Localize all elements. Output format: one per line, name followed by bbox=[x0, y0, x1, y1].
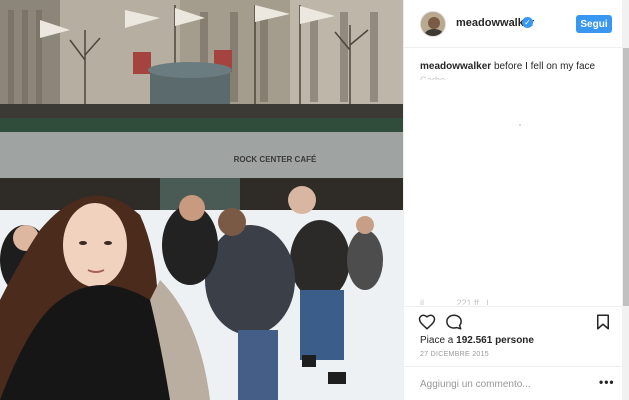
loading-dot bbox=[519, 124, 521, 126]
comment-input[interactable] bbox=[420, 377, 590, 391]
avatar[interactable] bbox=[420, 11, 446, 37]
add-comment-section: ••• bbox=[404, 366, 622, 400]
likes-prefix: Piace a bbox=[420, 335, 454, 346]
comment-bubble-icon[interactable] bbox=[445, 313, 463, 331]
likes-number: 192.561 bbox=[456, 335, 493, 346]
caption-partial-line: Garbo ...... ......... bbox=[420, 75, 488, 80]
bookmark-icon[interactable] bbox=[594, 313, 612, 331]
caption-text: before I fell on my face bbox=[493, 61, 596, 72]
post-details-panel: meadowwalker ✓ Segui meadowwalker before… bbox=[403, 0, 629, 400]
post-photo[interactable]: ROCK CENTER CAFÉ bbox=[0, 0, 403, 400]
likes-count[interactable]: Piace a 192.561 persone bbox=[420, 335, 534, 346]
comments-list[interactable]: meadowwalker before I fell on my face Ga… bbox=[404, 49, 622, 305]
likes-suffix: persone bbox=[495, 335, 534, 346]
caption-username[interactable]: meadowwalker bbox=[420, 61, 491, 72]
caption: meadowwalker before I fell on my face bbox=[420, 61, 595, 72]
follow-button[interactable]: Segui bbox=[576, 15, 612, 33]
more-options-button[interactable]: ••• bbox=[599, 376, 615, 388]
scrollbar[interactable] bbox=[622, 0, 629, 400]
post-actions bbox=[404, 306, 622, 336]
partial-comment: il........ ... 221 ff.. l. ...... ...... bbox=[420, 299, 526, 305]
cafe-sign: ROCK CENTER CAFÉ bbox=[234, 155, 317, 164]
scrollbar-thumb[interactable] bbox=[623, 48, 629, 306]
photo-ice-skating-rock-center: ROCK CENTER CAFÉ bbox=[0, 0, 403, 400]
verified-badge-icon: ✓ bbox=[522, 17, 533, 28]
post-date: 27 DICEMBRE 2015 bbox=[420, 351, 489, 358]
heart-icon[interactable] bbox=[418, 313, 436, 331]
post-header: meadowwalker ✓ Segui bbox=[404, 0, 622, 48]
